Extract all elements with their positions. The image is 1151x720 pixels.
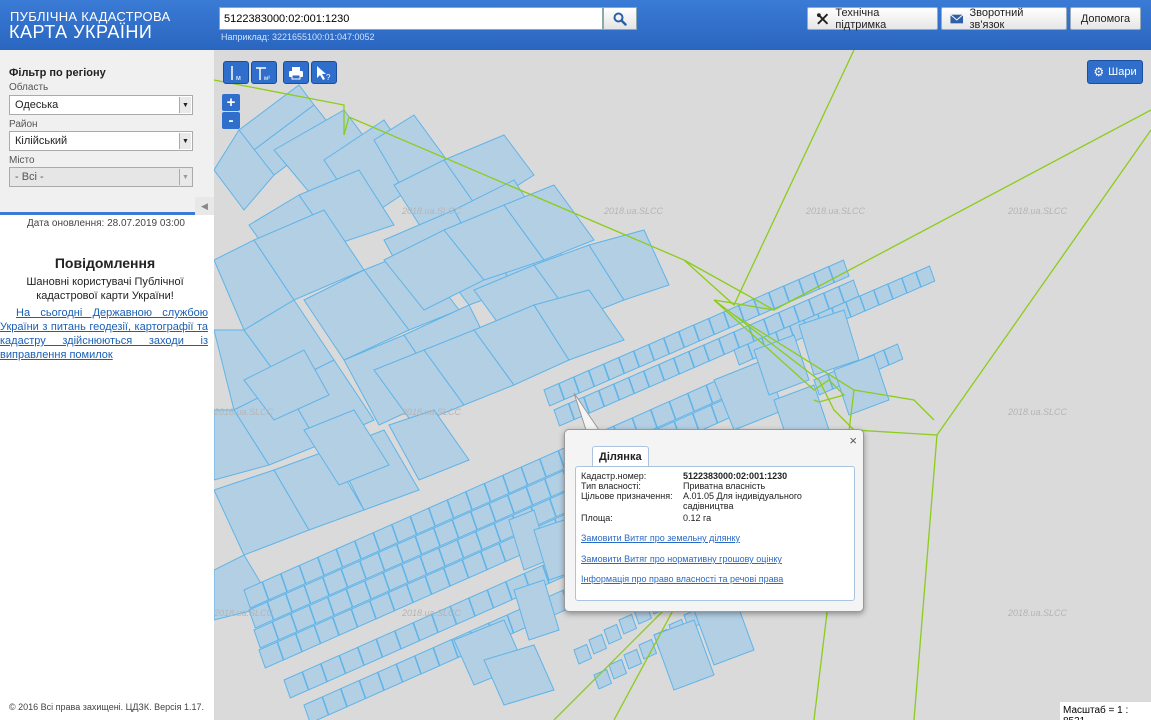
search-button[interactable]: [603, 7, 637, 30]
field-value: A.01.05 Для індивідуального садівництва: [683, 491, 802, 511]
print-icon: [289, 66, 303, 79]
map-canvas[interactable]: 2018.ua.SLCC 2018.ua.SLCC 2018.ua.SLCC 2…: [214, 50, 1151, 720]
tab-parcel[interactable]: Ділянка: [592, 446, 649, 467]
svg-text:м: м: [236, 75, 241, 81]
boundary-line: [683, 259, 775, 311]
scale-indicator: Масштаб = 1 : 8531: [1060, 702, 1151, 720]
update-date: Дата оновлення: 28.07.2019 03:00: [27, 218, 185, 229]
rayon-label: Район: [9, 119, 38, 130]
field-row: Тип власності: Приватна власність: [581, 481, 848, 491]
order-parcel-extract-link[interactable]: Замовити Витяг про земельну ділянку: [581, 533, 740, 543]
support-label: Технічна підтримка: [835, 6, 887, 31]
watermark: 2018.ua.SLCC: [1008, 206, 1068, 216]
help-label: Допомога: [1080, 12, 1131, 25]
chevron-down-icon: ▼: [179, 169, 191, 185]
city-select[interactable]: - Всі - ▼: [9, 167, 193, 187]
area-measure-icon: м²: [256, 66, 270, 81]
notice-greeting: Шановні користувачі Публічної кадастрово…: [26, 276, 184, 302]
boundary-line: [553, 609, 665, 720]
watermark: 2018.ua.SLCC: [604, 206, 664, 216]
parcel: [513, 579, 560, 641]
rayon-select[interactable]: Кілійський ▼: [9, 131, 193, 151]
feedback-label: Зворотний зв'язок: [969, 6, 1024, 31]
logo-line2: КАРТА УКРАЇНИ: [9, 22, 153, 42]
identify-button[interactable]: ?: [311, 61, 337, 84]
parcel: [573, 643, 593, 665]
help-button[interactable]: Допомога: [1070, 7, 1141, 30]
oblast-value: Одеська: [15, 99, 59, 111]
rayon-value: Кілійський: [15, 135, 68, 147]
notice-title: Повідомлення: [54, 255, 156, 271]
watermark: 2018.ua.SLCC: [214, 407, 274, 417]
layers-label: Шари: [1108, 66, 1137, 78]
field-row: Площа: 0.12 га: [581, 513, 848, 523]
chevron-down-icon: ▼: [179, 97, 191, 113]
collapse-panel-button[interactable]: ◀: [195, 197, 214, 215]
parcel: [623, 648, 643, 670]
watermark: 2018.ua.SLCC: [402, 608, 462, 618]
chevron-down-icon: ▼: [179, 133, 191, 149]
left-panel: Фільтр по регіону Область Одеська ▼ Райо…: [0, 50, 214, 720]
ownership-info-link[interactable]: Інформація про право власності та речові…: [581, 574, 783, 584]
order-valuation-extract-link[interactable]: Замовити Витяг про нормативну грошову оц…: [581, 554, 782, 564]
watermark: 2018.ua.SLCC: [402, 206, 462, 216]
field-row: Цільове призначення: A.01.05 Для індивід…: [581, 491, 848, 511]
header: ПУБЛІЧНА КАДАСТРОВА КАРТА УКРАЇНИ Наприк…: [0, 0, 1151, 50]
area-measure-button[interactable]: м²: [251, 61, 277, 84]
svg-text:м²: м²: [264, 76, 270, 81]
filter-title: Фільтр по регіону: [9, 67, 106, 79]
zoom-out-button[interactable]: -: [222, 112, 240, 129]
field-key: Тип власності:: [581, 481, 641, 491]
boundary-line: [913, 434, 938, 720]
chevron-left-icon: ◀: [201, 200, 208, 211]
print-button[interactable]: [283, 61, 309, 84]
copyright: © 2016 Всі права захищені. ЦДЗК. Версія …: [9, 702, 205, 712]
field-row: Кадастр.номер: 5122383000:02:001:1230: [581, 471, 848, 481]
notice-link[interactable]: На сьогодні Державною службою України з …: [0, 306, 208, 362]
watermark: 2018.ua.SLCC: [1008, 407, 1068, 417]
field-key: Цільове призначення:: [581, 491, 673, 501]
line-measure-icon: м: [231, 65, 241, 81]
parcel: [588, 633, 608, 655]
search-hint: Наприклад: 3221655100:01:047:0052: [221, 32, 375, 42]
close-icon[interactable]: ×: [849, 433, 857, 448]
zoom-in-button[interactable]: +: [222, 94, 240, 111]
field-key: Кадастр.номер:: [581, 471, 647, 481]
search-icon: [613, 12, 627, 26]
parcel-layer: [214, 50, 1151, 720]
watermark: 2018.ua.SLCC: [402, 407, 462, 417]
oblast-select[interactable]: Одеська ▼: [9, 95, 193, 115]
field-value: Приватна власність: [683, 481, 766, 491]
line-measure-button[interactable]: м: [223, 61, 249, 84]
mail-icon: [950, 13, 964, 23]
oblast-label: Область: [9, 82, 49, 93]
city-value: - Всі -: [15, 171, 44, 183]
parcel-popup: × Ділянка Кадастр.номер: 5122383000:02:0…: [564, 429, 864, 612]
city-label: Місто: [9, 155, 35, 166]
parcel: [593, 668, 613, 690]
tools-icon: [816, 12, 829, 24]
identify-icon: ?: [317, 65, 331, 81]
svg-text:?: ?: [326, 73, 331, 81]
boundary-line: [936, 129, 1151, 436]
field-value: 5122383000:02:001:1230: [683, 471, 788, 481]
region-filter: Фільтр по регіону Область Одеська ▼ Райо…: [0, 50, 214, 215]
watermark: 2018.ua.SLCC: [806, 206, 866, 216]
gear-icon: ⚙: [1093, 65, 1105, 79]
support-button[interactable]: Технічна підтримка: [807, 6, 938, 31]
parcel: [618, 613, 638, 635]
popup-body: Кадастр.номер: 5122383000:02:001:1230 Ти…: [575, 466, 855, 601]
parcel: [603, 623, 623, 645]
field-value: 0.12 га: [683, 513, 712, 523]
layers-button[interactable]: ⚙ Шари: [1087, 60, 1143, 84]
feedback-button[interactable]: Зворотний зв'язок: [941, 6, 1067, 31]
watermark: 2018.ua.SLCC: [214, 608, 274, 618]
search-input[interactable]: [219, 7, 603, 30]
field-key: Площа:: [581, 513, 613, 523]
watermark: 2018.ua.SLCC: [1008, 608, 1068, 618]
